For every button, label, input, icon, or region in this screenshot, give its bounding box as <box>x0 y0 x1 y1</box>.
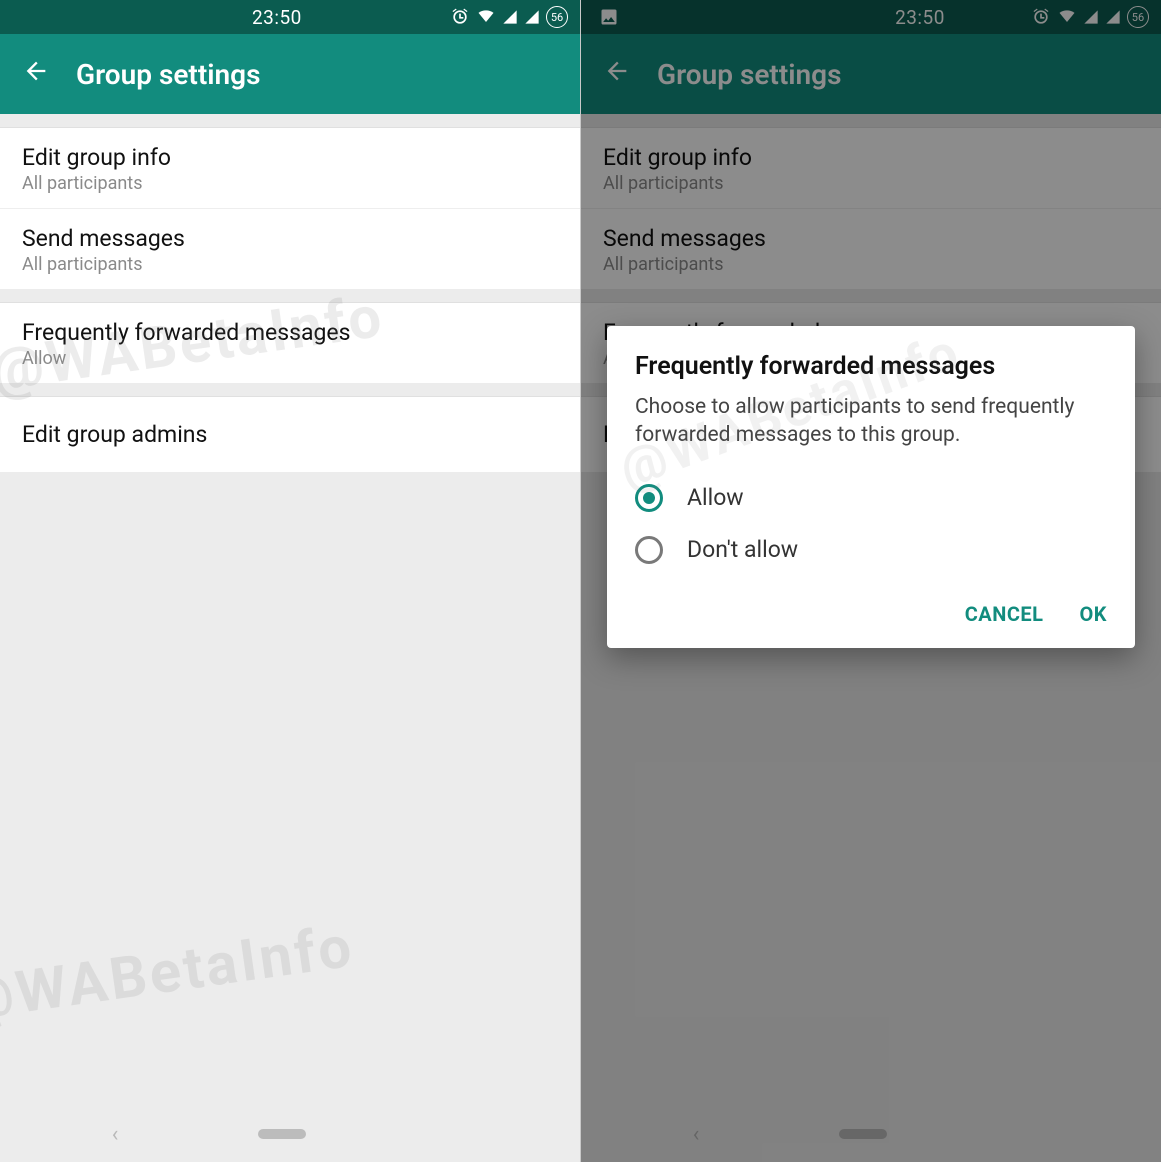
nav-home-icon[interactable] <box>258 1129 306 1139</box>
settings-group-forwarded: Frequently forwarded messages Allow <box>0 303 580 383</box>
setting-subtitle: All participants <box>22 254 558 275</box>
radio-icon[interactable] <box>635 536 663 564</box>
radio-option-allow[interactable]: Allow <box>635 472 1107 524</box>
dialog-frequently-forwarded: Frequently forwarded messages Choose to … <box>607 326 1135 648</box>
signal-icon <box>502 9 518 25</box>
radio-label: Don't allow <box>687 536 798 563</box>
screenshot-left: 23:50 56 Group settings Edit group info … <box>0 0 580 1162</box>
setting-title: Frequently forwarded messages <box>22 319 558 346</box>
dialog-description: Choose to allow participants to send fre… <box>635 393 1107 450</box>
nav-back-icon[interactable]: ‹ <box>112 1122 119 1147</box>
settings-group-permissions: Edit group info All participants Send me… <box>0 128 580 289</box>
back-icon[interactable] <box>22 57 50 91</box>
navigation-bar: ‹ <box>0 1106 580 1162</box>
dialog-actions: CANCEL OK <box>635 602 1107 636</box>
cancel-button[interactable]: CANCEL <box>965 602 1044 626</box>
clock-time: 23:50 <box>252 6 302 29</box>
status-bar: 23:50 56 <box>0 0 580 34</box>
signal-icon <box>524 9 540 25</box>
alarm-icon <box>450 7 470 27</box>
wifi-icon <box>476 7 496 27</box>
section-gap <box>0 114 580 128</box>
setting-subtitle: All participants <box>22 173 558 194</box>
screenshot-right: 23:50 56 Group settings Edit group info … <box>581 0 1161 1162</box>
settings-group-admins: Edit group admins <box>0 397 580 472</box>
setting-subtitle: Allow <box>22 348 558 369</box>
section-gap <box>0 383 580 397</box>
ok-button[interactable]: OK <box>1079 602 1107 626</box>
section-gap <box>0 289 580 303</box>
battery-icon: 56 <box>546 6 568 28</box>
setting-send-messages[interactable]: Send messages All participants <box>0 209 580 289</box>
setting-edit-group-admins[interactable]: Edit group admins <box>0 397 580 472</box>
radio-option-dont-allow[interactable]: Don't allow <box>635 524 1107 576</box>
setting-frequently-forwarded[interactable]: Frequently forwarded messages Allow <box>0 303 580 383</box>
radio-label: Allow <box>687 484 744 511</box>
setting-title: Send messages <box>22 225 558 252</box>
setting-title: Edit group info <box>22 144 558 171</box>
watermark: @WABetaInfo <box>0 913 358 1035</box>
radio-icon[interactable] <box>635 484 663 512</box>
app-bar: Group settings <box>0 34 580 114</box>
page-title: Group settings <box>76 58 260 91</box>
dialog-title: Frequently forwarded messages <box>635 352 1107 381</box>
setting-edit-group-info[interactable]: Edit group info All participants <box>0 128 580 209</box>
setting-title: Edit group admins <box>22 421 558 448</box>
